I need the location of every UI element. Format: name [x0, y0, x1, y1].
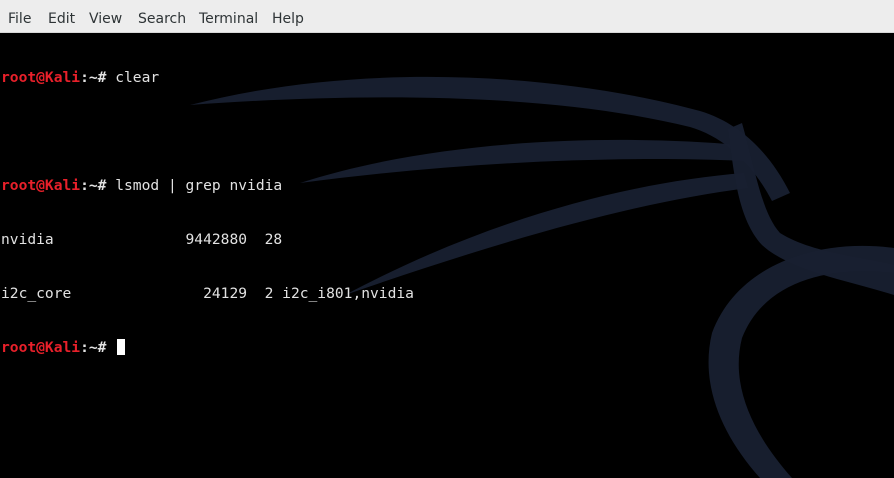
prompt-symbol: # [97, 339, 116, 356]
prompt-user-host: root@Kali [1, 177, 81, 194]
menu-edit[interactable]: Edit [48, 10, 75, 28]
menu-bar: File Edit View Search Terminal Help [0, 0, 894, 33]
terminal-text: root@Kali:~# clear root@Kali:~# lsmod | … [1, 33, 414, 393]
command-text: lsmod | grep nvidia [115, 177, 283, 194]
terminal-line-prompt: root@Kali:~# clear [1, 69, 414, 87]
prompt-path: :~ [80, 339, 98, 356]
command-text: clear [115, 69, 160, 86]
prompt-symbol: # [97, 177, 116, 194]
terminal-line-output: nvidia 9442880 28 [1, 231, 414, 249]
menu-terminal[interactable]: Terminal [199, 10, 258, 28]
prompt-user-host: root@Kali [1, 69, 81, 86]
prompt-symbol: # [97, 69, 116, 86]
prompt-path: :~ [80, 177, 98, 194]
terminal-window: File Edit View Search Terminal Help root… [0, 0, 894, 478]
terminal-line-prompt: root@Kali:~# [1, 339, 414, 357]
output-text: nvidia 9442880 28 [1, 231, 283, 248]
terminal-line-output: i2c_core 24129 2 i2c_i801,nvidia [1, 285, 414, 303]
text-cursor [117, 339, 126, 355]
menu-file[interactable]: File [8, 10, 31, 28]
prompt-user-host: root@Kali [1, 339, 81, 356]
menu-search[interactable]: Search [138, 10, 186, 28]
menu-view[interactable]: View [89, 10, 122, 28]
output-text: i2c_core 24129 2 i2c_i801,nvidia [1, 285, 414, 302]
prompt-path: :~ [80, 69, 98, 86]
terminal-output-area[interactable]: root@Kali:~# clear root@Kali:~# lsmod | … [0, 33, 894, 478]
menu-help[interactable]: Help [272, 10, 304, 28]
terminal-line-prompt: root@Kali:~# lsmod | grep nvidia [1, 177, 414, 195]
